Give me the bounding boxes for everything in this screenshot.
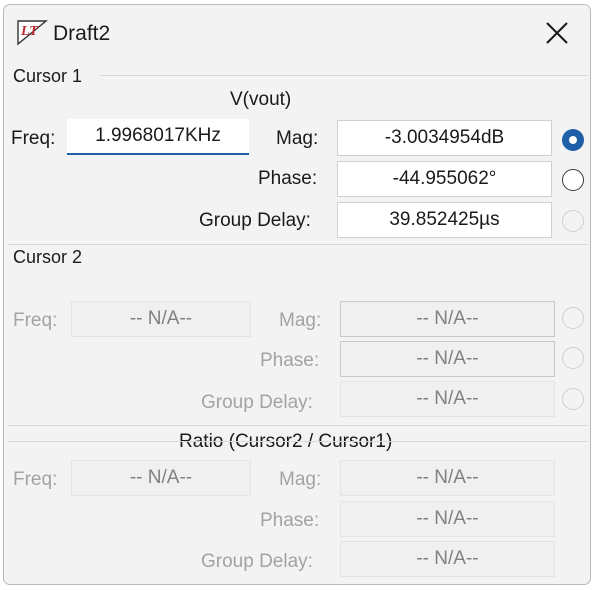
ratio-divider — [8, 441, 588, 442]
cursor2-mag-radio — [562, 307, 584, 329]
cursor1-phase-field[interactable]: -44.955062° — [337, 161, 552, 197]
cursor1-trace-name: V(vout) — [230, 89, 292, 110]
close-button[interactable] — [534, 13, 580, 53]
ratio-group-delay-label: Group Delay: — [201, 551, 313, 572]
close-icon — [546, 22, 568, 44]
cursor1-phase-radio[interactable] — [562, 169, 584, 191]
cursor2-divider — [8, 244, 588, 245]
cursor2-group-delay-radio — [562, 388, 584, 410]
cursor1-group-delay-label: Group Delay: — [199, 210, 311, 231]
cursor2-phase-radio — [562, 347, 584, 369]
cursor2-freq-field: -- N/A-- — [71, 301, 251, 337]
cursor1-group-delay-radio[interactable] — [562, 210, 584, 232]
svg-text:LT: LT — [20, 24, 39, 39]
ratio-mag-label: Mag: — [279, 469, 322, 490]
ratio-freq-label: Freq: — [13, 469, 58, 490]
cursor2-freq-label: Freq: — [13, 310, 58, 331]
cursor2-mag-label: Mag: — [279, 310, 322, 331]
ratio-divider-top — [8, 425, 588, 426]
cursor1-section-label: Cursor 1 — [13, 66, 83, 86]
cursor1-group-delay-field[interactable]: 39.852425µs — [337, 202, 552, 238]
cursor1-mag-radio[interactable] — [562, 129, 584, 151]
ratio-title: Ratio (Cursor2 / Cursor1) — [179, 431, 393, 452]
cursor2-group-delay-field: -- N/A-- — [340, 381, 555, 417]
ratio-group-delay-field: -- N/A-- — [340, 541, 555, 577]
cursor1-freq-field[interactable]: 1.9968017KHz — [67, 119, 249, 155]
cursor1-freq-label: Freq: — [11, 128, 56, 149]
ratio-phase-field: -- N/A-- — [340, 501, 555, 537]
cursor2-mag-field: -- N/A-- — [340, 301, 555, 337]
window-title: Draft2 — [53, 22, 111, 45]
cursor1-mag-field[interactable]: -3.0034954dB — [337, 120, 552, 156]
title-bar: LT Draft2 — [4, 5, 590, 63]
cursor2-phase-field: -- N/A-- — [340, 341, 555, 377]
ltspice-logo-icon: LT — [16, 18, 48, 46]
cursor2-phase-label: Phase: — [260, 350, 320, 371]
ratio-freq-field: -- N/A-- — [71, 460, 251, 496]
cursor1-mag-label: Mag: — [276, 128, 319, 149]
cursor2-section-label: Cursor 2 — [13, 247, 83, 267]
cursor1-phase-label: Phase: — [258, 168, 318, 189]
ratio-mag-field: -- N/A-- — [340, 460, 555, 496]
cursor1-divider — [100, 75, 588, 76]
ratio-phase-label: Phase: — [260, 510, 320, 531]
cursor2-group-delay-label: Group Delay: — [201, 392, 313, 413]
cursor-dialog-window: LT Draft2 Cursor 1 V(vout) Freq: 1.99680… — [3, 4, 591, 585]
